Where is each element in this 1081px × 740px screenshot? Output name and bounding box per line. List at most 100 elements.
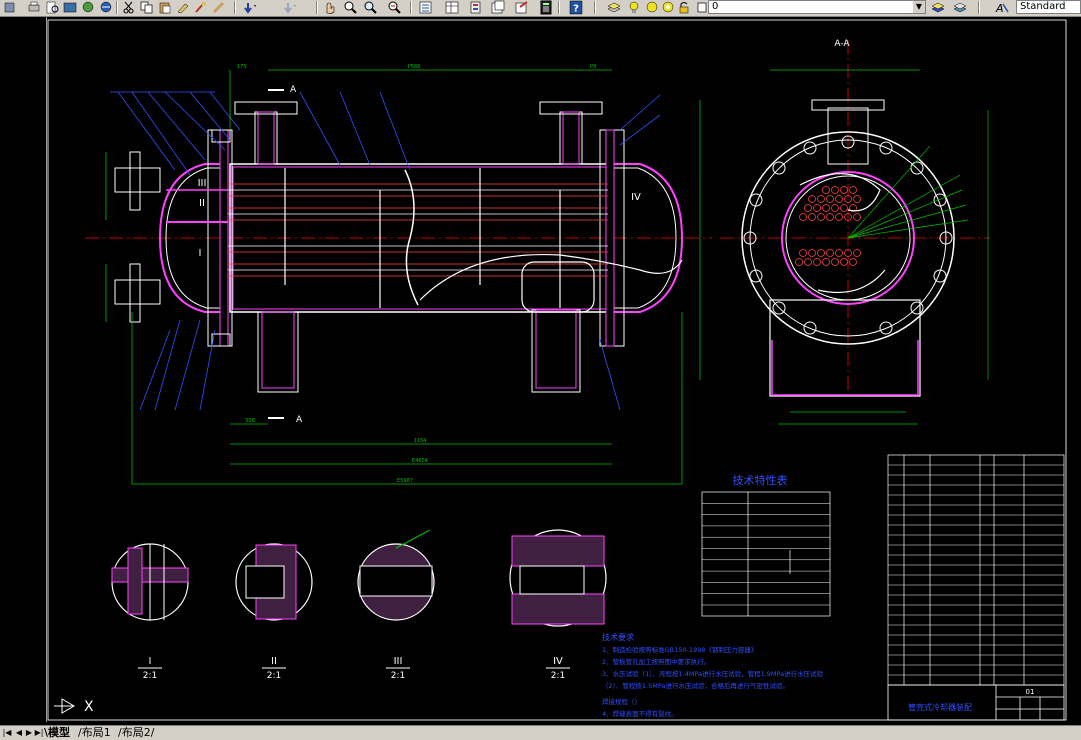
- tube-hole: [808, 195, 816, 203]
- last-tab-icon[interactable]: ▶|: [34, 727, 44, 738]
- zoom-window-icon[interactable]: [362, 0, 378, 15]
- dim-bottom-3: E4654: [412, 458, 428, 464]
- first-tab-icon[interactable]: |◀: [2, 727, 12, 738]
- markup-icon[interactable]: [514, 0, 530, 15]
- zoom-realtime-icon[interactable]: [342, 0, 358, 15]
- tube-hole: [831, 186, 839, 194]
- publish-icon[interactable]: [62, 0, 78, 15]
- tool-palettes-icon[interactable]: [468, 0, 484, 15]
- calculator-icon[interactable]: [538, 0, 554, 15]
- tube-hole: [795, 258, 803, 266]
- layer-previous-icon[interactable]: [952, 0, 968, 15]
- tube-hole: [849, 258, 857, 266]
- prev-tab-icon[interactable]: ◀: [14, 727, 24, 738]
- tab-layout1[interactable]: /布局1: [78, 726, 111, 739]
- detail-scale-iv: 2:1: [551, 671, 565, 681]
- left-dock-area: [0, 17, 47, 722]
- tube-hole: [831, 258, 839, 266]
- layer-freeze-icon[interactable]: [644, 0, 660, 15]
- layer-properties-icon[interactable]: [606, 0, 622, 15]
- standard-toolbar: ? 0 ▼ A Standard: [0, 0, 1081, 17]
- help-icon[interactable]: ?: [568, 0, 584, 15]
- tube-hole: [853, 195, 861, 203]
- dim-top-left: 175: [237, 64, 247, 70]
- tube-hole: [831, 204, 839, 212]
- dim-bottom-2: 1154: [414, 438, 427, 444]
- plot-icon[interactable]: [26, 0, 42, 15]
- block-editor-icon[interactable]: [193, 0, 209, 15]
- tube-hole: [808, 249, 816, 257]
- tube-hole: [813, 258, 821, 266]
- tech-req-line-1: 1、制造检验按照标准GB150-1998《钢制压力容器》: [602, 645, 757, 654]
- text-style-dropdown[interactable]: Standard: [1016, 0, 1081, 14]
- detail-scale-ii: 2:1: [267, 671, 281, 681]
- tube-hole: [826, 249, 834, 257]
- drawing-canvas[interactable]: III II I IV A A 175 P588 P8 508 1154 E46…: [47, 17, 1081, 722]
- tab-model[interactable]: \模型: [44, 726, 70, 739]
- tech-req-line-2: 2、管板管孔加工按照图中要求执行。: [602, 657, 710, 666]
- design-center-icon[interactable]: [444, 0, 460, 15]
- copy-icon[interactable]: [139, 0, 155, 15]
- toolbar-separator: [234, 1, 236, 14]
- properties-icon[interactable]: [418, 0, 434, 15]
- toolbar-separator: [594, 1, 596, 14]
- toolbar-separator: [410, 1, 412, 14]
- detail-view-iii: [357, 529, 435, 621]
- detail-scale-iii: 2:1: [391, 671, 405, 681]
- layout-tab-bar: |◀ ◀ ▶ ▶| \模型 /布局1 /布局2/: [0, 725, 1081, 740]
- make-current-layer-icon[interactable]: [930, 0, 946, 15]
- tech-req-line-5: 焊接规程（）: [602, 697, 641, 706]
- paste-icon[interactable]: [157, 0, 173, 15]
- cad-drawing: III II I IV A A 175 P588 P8 508 1154 E46…: [47, 19, 1067, 721]
- brush-icon[interactable]: [211, 0, 227, 15]
- tube-hole: [813, 204, 821, 212]
- ucs-icon: X: [54, 696, 104, 720]
- detail-label-ii: II: [271, 656, 277, 667]
- undo-icon[interactable]: [240, 0, 256, 15]
- toolbar-separator: [558, 1, 560, 14]
- tube-hole: [822, 186, 830, 194]
- tube-hole: [853, 213, 861, 221]
- zone-label-i: I: [199, 248, 202, 259]
- cut-icon[interactable]: [121, 0, 137, 15]
- transmit-icon[interactable]: [98, 0, 114, 15]
- tech-req-title: 技术要求: [602, 632, 634, 642]
- tube-hole: [826, 213, 834, 221]
- match-properties-icon[interactable]: [175, 0, 191, 15]
- sheet-set-icon[interactable]: [490, 0, 506, 15]
- text-style-icon[interactable]: A: [994, 0, 1010, 15]
- publish-web-icon[interactable]: [80, 0, 96, 15]
- tab-layout2-label: 布局2: [121, 726, 151, 739]
- ucs-x-label: X: [84, 699, 94, 715]
- detail-label-i: I: [149, 656, 152, 667]
- dim-top-mid: P588: [408, 64, 421, 70]
- layer-on-icon[interactable]: [626, 0, 642, 15]
- next-tab-icon[interactable]: ▶: [24, 727, 34, 738]
- tube-hole: [840, 258, 848, 266]
- pan-icon[interactable]: [2, 0, 18, 15]
- layer-dropdown[interactable]: 0 ▼: [708, 0, 926, 14]
- tube-hole: [808, 213, 816, 221]
- tube-hole: [840, 204, 848, 212]
- detail-view-iv: [509, 529, 607, 627]
- tube-hole: [835, 195, 843, 203]
- layer-freeze-viewport-icon[interactable]: [660, 0, 676, 15]
- toolbar-separator: [978, 1, 980, 14]
- zoom-previous-icon[interactable]: [386, 0, 402, 15]
- tube-hole: [853, 249, 861, 257]
- tab-layout2[interactable]: /布局2/: [118, 726, 154, 739]
- tech-req-line-6: 4、焊缝表面不得有裂纹。: [602, 709, 678, 718]
- realtime-pan-icon[interactable]: [322, 0, 338, 15]
- redo-icon[interactable]: [280, 0, 296, 15]
- zone-label-iv: IV: [631, 192, 641, 203]
- text-style-value: Standard: [1020, 1, 1066, 12]
- leader-lines: [110, 91, 661, 411]
- detail-view-i: [111, 543, 189, 621]
- layer-lock-icon[interactable]: [676, 0, 692, 15]
- cut-mark-top: A: [290, 85, 297, 95]
- tube-hole: [804, 204, 812, 212]
- tube-hole: [835, 213, 843, 221]
- plot-preview-icon[interactable]: [44, 0, 60, 15]
- svg-text:?: ?: [573, 4, 579, 15]
- cut-mark-bottom: A: [296, 415, 303, 425]
